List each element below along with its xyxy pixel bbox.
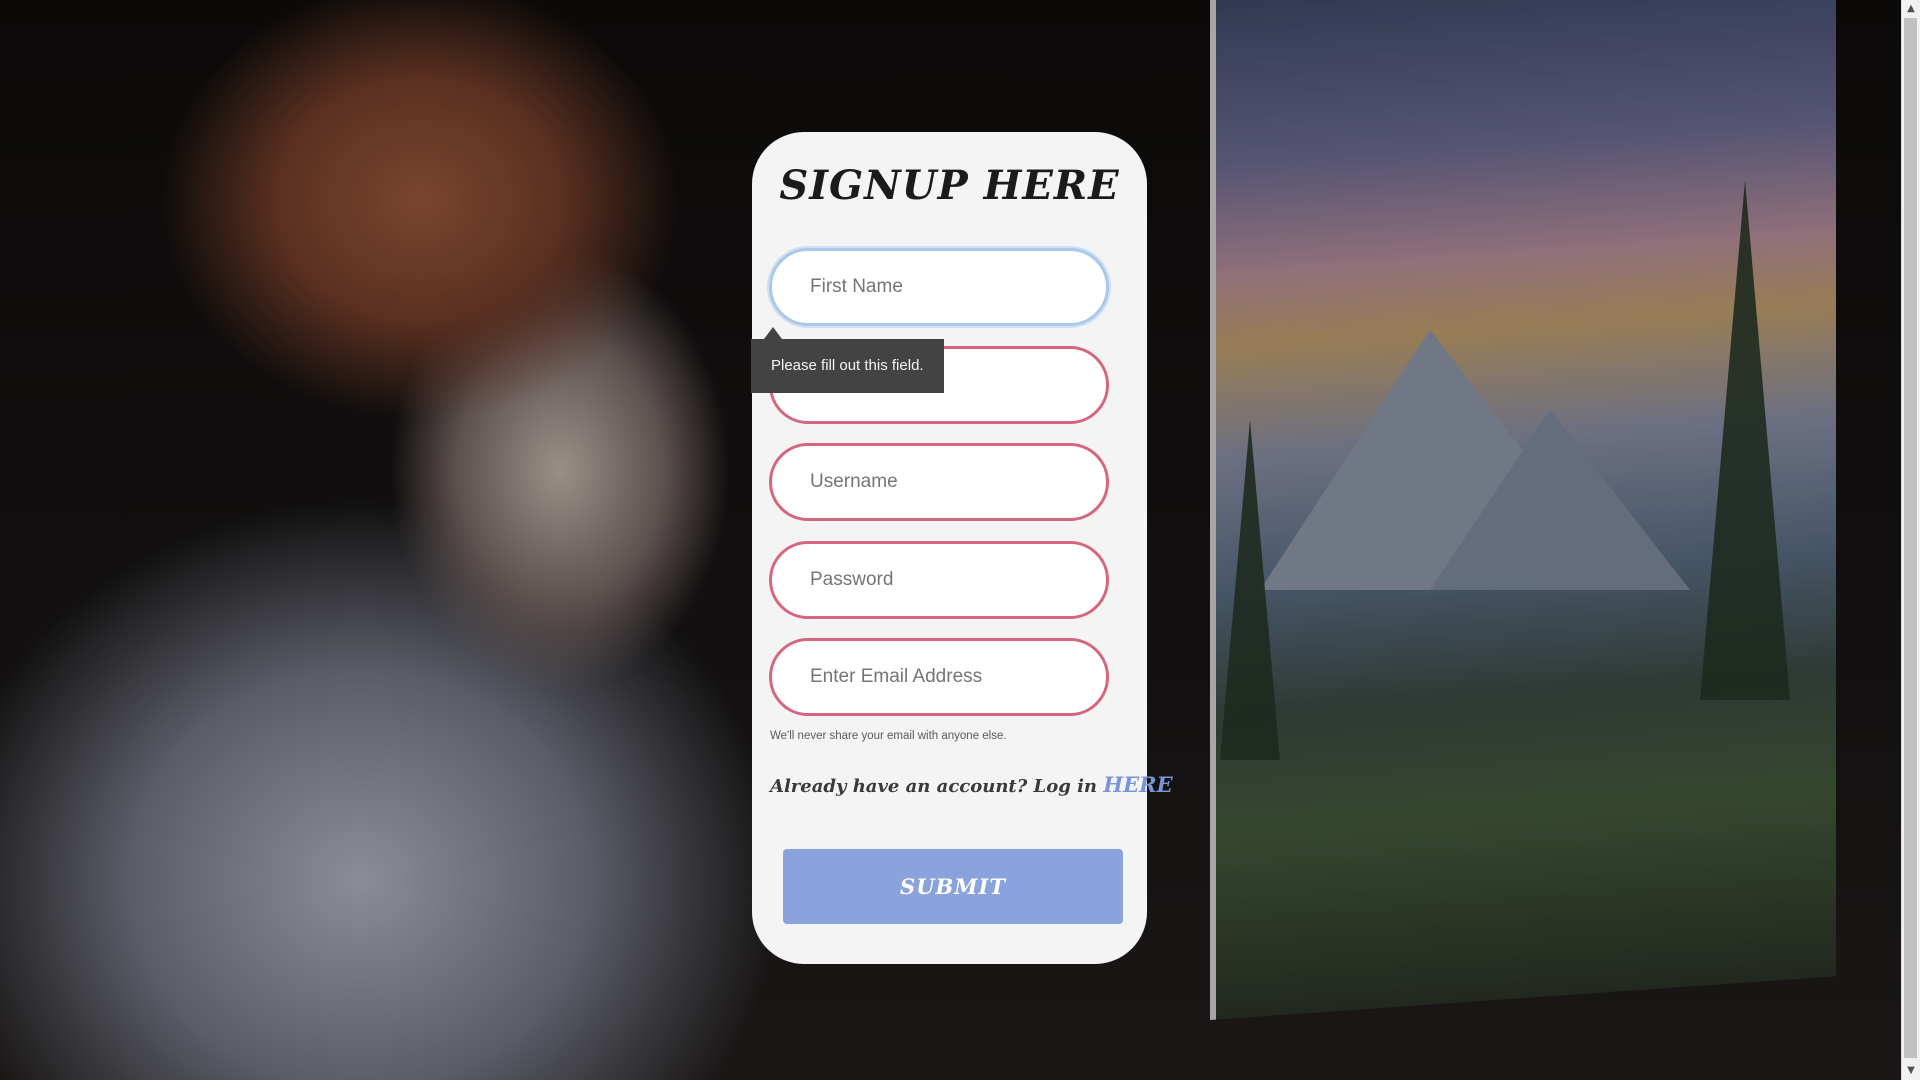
signup-card: SIGNUP HERE We'll never share your email… <box>752 132 1173 964</box>
signup-page: SIGNUP HERE We'll never share your email… <box>0 0 1920 1080</box>
login-prompt: Already have an account? Log in HERE <box>770 772 1173 797</box>
email-privacy-hint: We'll never share your email with anyone… <box>770 730 1007 742</box>
painted-mountain-small <box>1430 410 1690 590</box>
login-prompt-text: Already have an account? Log in <box>770 776 1097 797</box>
painted-tree <box>1220 420 1280 760</box>
painted-tree <box>1700 180 1790 700</box>
submit-button[interactable]: SUBMIT <box>783 849 1123 924</box>
login-here-link[interactable]: HERE <box>1103 772 1172 797</box>
scrollbar-thumb[interactable] <box>1904 18 1917 1058</box>
email-input[interactable] <box>769 638 1109 716</box>
tooltip-arrow <box>764 327 782 339</box>
vertical-scrollbar[interactable]: ▲ ▼ <box>1901 0 1920 1080</box>
first-name-input[interactable] <box>769 248 1109 326</box>
password-input[interactable] <box>769 541 1109 619</box>
validation-tooltip: Please fill out this field. <box>751 339 944 393</box>
username-input[interactable] <box>769 443 1109 521</box>
form-title: SIGNUP HERE <box>779 162 1120 209</box>
scroll-up-arrow-icon[interactable]: ▲ <box>1902 0 1920 18</box>
scroll-down-arrow-icon[interactable]: ▼ <box>1902 1062 1920 1080</box>
